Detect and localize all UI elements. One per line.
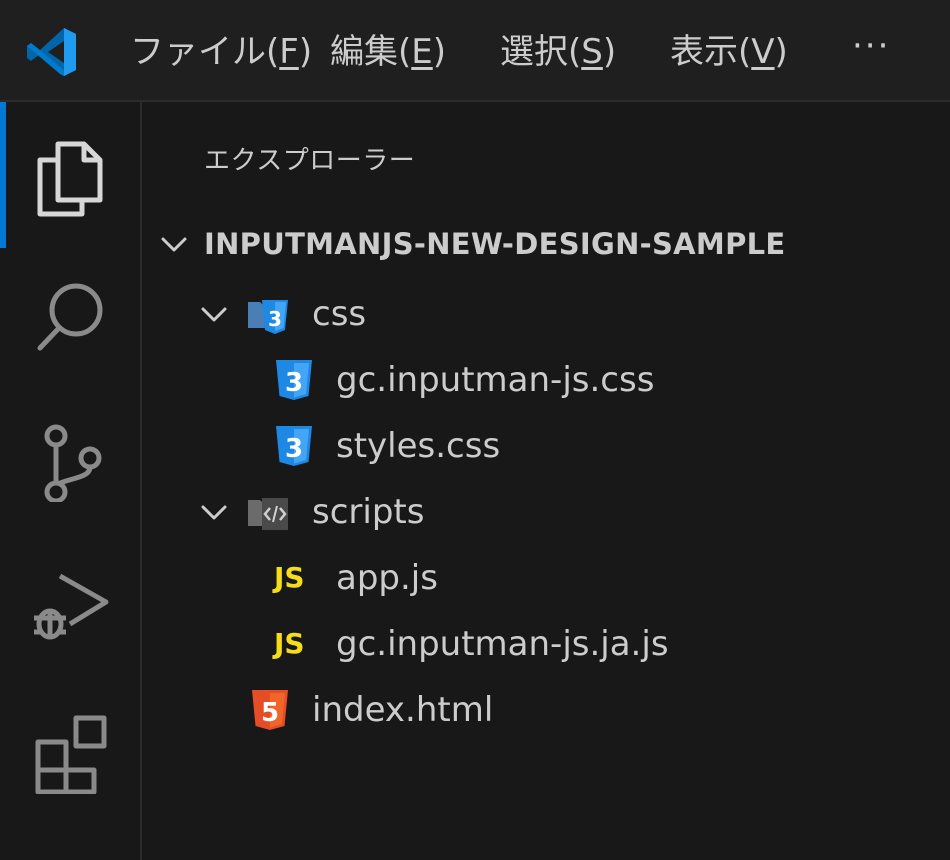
menu-selection[interactable]: 選択(S) bbox=[500, 28, 616, 76]
svg-text:3: 3 bbox=[268, 307, 282, 331]
menu-edit[interactable]: 編集(E) bbox=[330, 28, 446, 76]
tree-file-styles-css[interactable]: 3 styles.css bbox=[144, 414, 950, 478]
source-control-icon bbox=[44, 424, 102, 502]
tree-file-app-js[interactable]: JS app.js bbox=[144, 546, 950, 610]
svg-text:5: 5 bbox=[261, 698, 279, 728]
run-debug-icon bbox=[34, 573, 109, 640]
activity-explorer[interactable] bbox=[0, 108, 140, 248]
css-file-icon: 3 bbox=[276, 360, 312, 400]
menu-view[interactable]: 表示(V) bbox=[670, 28, 788, 76]
js-file-icon: JS bbox=[274, 627, 305, 660]
html-file-icon: 5 bbox=[252, 690, 288, 730]
activity-run-debug[interactable] bbox=[0, 538, 140, 678]
explorer-title: エクスプローラー bbox=[204, 146, 416, 176]
tree-folder-scripts[interactable]: scripts bbox=[144, 480, 950, 544]
chevron-down-icon bbox=[201, 505, 227, 520]
folder-label-scripts: scripts bbox=[312, 492, 425, 532]
search-icon bbox=[37, 283, 103, 351]
activity-bar bbox=[0, 102, 142, 860]
activity-search[interactable] bbox=[0, 248, 140, 388]
vscode-logo-icon[interactable] bbox=[24, 24, 80, 80]
file-label: gc.inputman-js.ja.js bbox=[336, 624, 669, 664]
chevron-down-icon bbox=[161, 237, 187, 252]
vscode-window: ファイル(F) 編集(E) 選択(S) 表示(V) ··· エクスプローラー I… bbox=[0, 0, 950, 860]
css-file-icon: 3 bbox=[276, 426, 312, 466]
file-label: app.js bbox=[336, 558, 438, 598]
extensions-icon bbox=[35, 715, 107, 794]
css-folder-icon: 3 bbox=[248, 300, 288, 334]
scripts-folder-icon bbox=[248, 498, 288, 530]
explorer-sidebar: エクスプローラー INPUTMANJS-NEW-DESIGN-SAMPLE 3 … bbox=[144, 104, 950, 860]
root-folder-label: INPUTMANJS-NEW-DESIGN-SAMPLE bbox=[204, 227, 786, 261]
folder-label-css: css bbox=[312, 294, 367, 334]
file-label: gc.inputman-js.css bbox=[336, 360, 655, 400]
chevron-down-icon bbox=[201, 307, 227, 322]
tree-file-index-html[interactable]: 5 index.html bbox=[144, 678, 950, 742]
activity-extensions[interactable] bbox=[0, 684, 140, 824]
tree-file-gc-inputman-css[interactable]: 3 gc.inputman-js.css bbox=[144, 348, 950, 412]
js-file-icon: JS bbox=[274, 561, 305, 594]
file-label: styles.css bbox=[336, 426, 501, 466]
explorer-files-icon bbox=[37, 141, 103, 217]
activity-source-control[interactable] bbox=[0, 392, 140, 532]
menu-file[interactable]: ファイル(F) bbox=[130, 28, 312, 76]
tree-file-gc-inputman-ja-js[interactable]: JS gc.inputman-js.ja.js bbox=[144, 612, 950, 676]
title-bar: ファイル(F) 編集(E) 選択(S) 表示(V) ··· bbox=[0, 0, 950, 102]
svg-text:3: 3 bbox=[285, 368, 303, 398]
menu-more-button[interactable]: ··· bbox=[852, 26, 890, 66]
tree-folder-css[interactable]: 3 css bbox=[144, 282, 950, 346]
file-label: index.html bbox=[312, 690, 494, 730]
tree-root-folder[interactable]: INPUTMANJS-NEW-DESIGN-SAMPLE bbox=[144, 212, 950, 276]
svg-text:3: 3 bbox=[285, 434, 303, 464]
